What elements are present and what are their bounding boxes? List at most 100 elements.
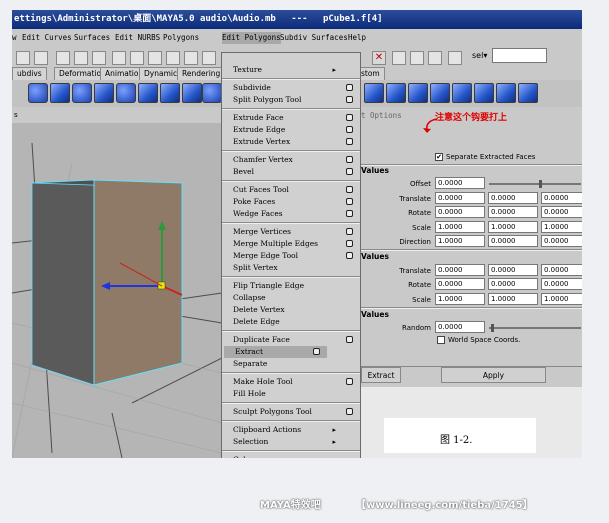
menu-item-delete-edge[interactable]: Delete Edge: [222, 316, 360, 328]
menu-item-cut-faces-tool[interactable]: Cut Faces Tool: [222, 184, 360, 196]
menu-item-poke-faces[interactable]: Poke Faces: [222, 196, 360, 208]
poly-smooth-icon[interactable]: [202, 83, 222, 103]
menu-item-wedge-faces[interactable]: Wedge Faces: [222, 208, 360, 220]
local-rotate-z-field[interactable]: 0.0000: [541, 278, 582, 290]
poly-sphere-icon[interactable]: [28, 83, 48, 103]
local-rotate-y-field[interactable]: 0.0000: [488, 278, 538, 290]
poly-cone-icon[interactable]: [138, 83, 158, 103]
menu-item-help[interactable]: Help: [348, 32, 366, 44]
menu-item-extrude-face[interactable]: Extrude Face: [222, 112, 360, 124]
menu-item-split-polygon-tool[interactable]: Split Polygon Tool: [222, 94, 360, 106]
option-box-icon[interactable]: [346, 228, 353, 235]
menu-item-duplicate-face[interactable]: Duplicate Face: [222, 334, 360, 346]
poly-cylinder-icon[interactable]: [72, 83, 92, 103]
poly-merge-icon[interactable]: [386, 83, 406, 103]
viewport-menu[interactable]: s: [12, 107, 222, 123]
toggle-icon[interactable]: [16, 51, 30, 65]
selection-field-label[interactable]: sel▾: [472, 51, 487, 60]
option-box-icon[interactable]: [346, 240, 353, 247]
select-object-icon[interactable]: [74, 51, 88, 65]
local-scale-x-field[interactable]: 1.0000: [435, 293, 485, 305]
history-icon[interactable]: [202, 51, 216, 65]
random-slider[interactable]: [489, 327, 581, 329]
menu-item-subdiv-surfaces[interactable]: Subdiv Surfaces: [280, 32, 348, 44]
option-box-icon[interactable]: [346, 408, 353, 415]
render-icon[interactable]: ✕: [372, 51, 386, 65]
menu-item-edit-curves[interactable]: Edit Curves: [22, 32, 72, 44]
snap-grid-icon[interactable]: [112, 51, 126, 65]
menu-item-extrude-vertex[interactable]: Extrude Vertex: [222, 136, 360, 148]
poly-append-icon[interactable]: [160, 83, 180, 103]
option-box-icon[interactable]: [346, 126, 353, 133]
option-box-icon[interactable]: [346, 252, 353, 259]
poly-poke-icon[interactable]: [452, 83, 472, 103]
poly-split-icon[interactable]: [182, 83, 202, 103]
menu-item-sculpt-polygons-tool[interactable]: Sculpt Polygons Tool: [222, 406, 360, 418]
render-settings-icon[interactable]: [410, 51, 424, 65]
menu-item-merge-edge-tool[interactable]: Merge Edge Tool: [222, 250, 360, 262]
snap-plane-icon[interactable]: [166, 51, 180, 65]
menu-item-make-hole-tool[interactable]: Make Hole Tool: [222, 376, 360, 388]
poly-extrude-icon[interactable]: [364, 83, 384, 103]
menu-item-polygons[interactable]: Polygons: [163, 32, 199, 44]
live-icon[interactable]: [184, 51, 198, 65]
random-field[interactable]: 0.0000: [435, 321, 485, 333]
menu-item-colors[interactable]: Colors ▸: [222, 454, 360, 458]
poly-cube-icon[interactable]: [50, 83, 70, 103]
translate-y-field[interactable]: 0.0000: [488, 192, 538, 204]
local-translate-x-field[interactable]: 0.0000: [435, 264, 485, 276]
poly-wedge-icon[interactable]: [430, 83, 450, 103]
direction-y-field[interactable]: 0.0000: [488, 235, 538, 247]
poly-combine-icon[interactable]: [518, 83, 538, 103]
poly-triangulate-icon[interactable]: [474, 83, 494, 103]
menu-item-bevel[interactable]: Bevel: [222, 166, 360, 178]
menu-item-clipboard-actions[interactable]: Clipboard Actions ▸: [222, 424, 360, 436]
translate-x-field[interactable]: 0.0000: [435, 192, 485, 204]
scale-z-field[interactable]: 1.0000: [541, 221, 582, 233]
snap-point-icon[interactable]: [148, 51, 162, 65]
render-view-icon[interactable]: [448, 51, 462, 65]
mode-icon[interactable]: [34, 51, 48, 65]
direction-x-field[interactable]: 1.0000: [435, 235, 485, 247]
separate-faces-checkbox[interactable]: ✔: [435, 153, 443, 161]
rotate-y-field[interactable]: 0.0000: [488, 206, 538, 218]
menu-item-flip-triangle-edge[interactable]: Flip Triangle Edge: [222, 280, 360, 292]
offset-slider-handle[interactable]: [539, 180, 542, 188]
offset-field[interactable]: 0.0000: [435, 177, 485, 189]
rotate-x-field[interactable]: 0.0000: [435, 206, 485, 218]
offset-slider[interactable]: [489, 183, 581, 185]
menu-item-extrude-edge[interactable]: Extrude Edge: [222, 124, 360, 136]
hypershade-icon[interactable]: [428, 51, 442, 65]
menu-item-separate[interactable]: Separate: [222, 358, 360, 370]
poly-quadrangulate-icon[interactable]: [496, 83, 516, 103]
menu-item-extract[interactable]: Extract: [224, 346, 327, 358]
menu-item-selection[interactable]: Selection ▸: [222, 436, 360, 448]
menu-item-subdivide[interactable]: Subdivide: [222, 82, 360, 94]
tab-subdivs[interactable]: ubdivs: [12, 67, 47, 80]
scale-x-field[interactable]: 1.0000: [435, 221, 485, 233]
option-box-icon[interactable]: [346, 186, 353, 193]
rotate-z-field[interactable]: 0.0000: [541, 206, 582, 218]
menu-item-edit-polygons[interactable]: Edit Polygons: [222, 32, 281, 44]
poly-torus-icon[interactable]: [116, 83, 136, 103]
apply-button[interactable]: Apply: [441, 367, 546, 383]
option-box-icon[interactable]: [346, 114, 353, 121]
option-box-icon[interactable]: [346, 210, 353, 217]
option-box-icon[interactable]: [346, 138, 353, 145]
menu-item-merge-vertices[interactable]: Merge Vertices: [222, 226, 360, 238]
menu-item-split-vertex[interactable]: Split Vertex: [222, 262, 360, 274]
option-box-icon[interactable]: [346, 156, 353, 163]
option-box-icon[interactable]: [346, 378, 353, 385]
select-component-icon[interactable]: [92, 51, 106, 65]
perspective-viewport[interactable]: s: [12, 107, 222, 458]
select-hierarchy-icon[interactable]: [56, 51, 70, 65]
snap-curve-icon[interactable]: [130, 51, 144, 65]
menu-item-edit-nurbs[interactable]: Edit NURBS: [115, 32, 160, 44]
menu-item-merge-multiple-edges[interactable]: Merge Multiple Edges: [222, 238, 360, 250]
menu-item-window[interactable]: w: [12, 32, 17, 44]
menu-item-surfaces[interactable]: Surfaces: [74, 32, 110, 44]
extract-button[interactable]: Extract: [361, 367, 401, 383]
menu-item-delete-vertex[interactable]: Delete Vertex: [222, 304, 360, 316]
option-box-icon[interactable]: [346, 168, 353, 175]
option-box-icon[interactable]: [346, 336, 353, 343]
